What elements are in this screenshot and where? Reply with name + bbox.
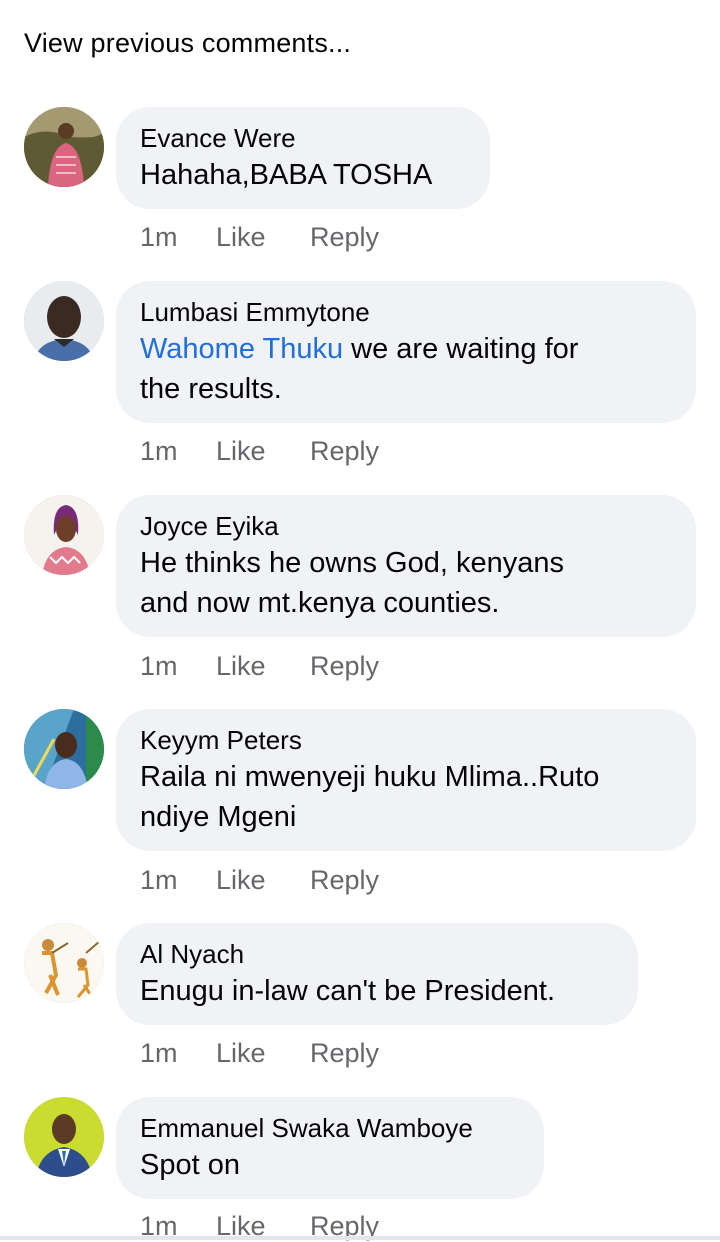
comment-text-part: He thinks he owns God, kenyans <box>140 547 564 579</box>
like-button[interactable]: Like <box>216 865 310 896</box>
comment-text-part: Raila ni mwenyeji huku Mlima..Ruto <box>140 761 600 793</box>
reply-button[interactable]: Reply <box>310 1038 379 1069</box>
avatar-image <box>24 495 104 575</box>
avatar[interactable] <box>24 709 104 789</box>
comment-text: Enugu in-law can't be President. <box>140 975 556 1007</box>
comment-bubble: Keyym Peters Raila ni mwenyeji huku Mlim… <box>116 709 696 851</box>
comment-time[interactable]: 1m <box>140 865 216 896</box>
comment-text-part: and now mt.kenya counties. <box>140 587 500 619</box>
comment-actions: 1m Like Reply <box>140 865 379 896</box>
comment-text-part: we are waiting for <box>343 333 579 365</box>
reply-button[interactable]: Reply <box>310 651 379 682</box>
avatar[interactable] <box>24 923 104 1003</box>
view-previous-comments-link[interactable]: View previous comments... <box>24 28 351 59</box>
reply-button[interactable]: Reply <box>310 222 379 253</box>
comment-bubble: Joyce Eyika He thinks he owns God, kenya… <box>116 495 696 637</box>
comment-author[interactable]: Joyce Eyika <box>140 509 672 543</box>
avatar-image <box>24 709 104 789</box>
comment-time[interactable]: 1m <box>140 651 216 682</box>
comment-author[interactable]: Keyym Peters <box>140 723 672 757</box>
comment-actions: 1m Like Reply <box>140 1038 379 1069</box>
reply-button[interactable]: Reply <box>310 436 379 467</box>
avatar[interactable] <box>24 495 104 575</box>
comment-author[interactable]: Al Nyach <box>140 937 614 971</box>
comment-author[interactable]: Emmanuel Swaka Wamboye <box>140 1111 520 1145</box>
like-button[interactable]: Like <box>216 1038 310 1069</box>
comment-actions: 1m Like Reply <box>140 651 379 682</box>
comment-text: Wahome Thuku we are waiting for the resul… <box>140 329 672 409</box>
comment-text-part: the results. <box>140 373 282 405</box>
comment-text: Raila ni mwenyeji huku Mlima..Ruto ndiye … <box>140 757 672 837</box>
comment-actions: 1m Like Reply <box>140 436 379 467</box>
comment-time[interactable]: 1m <box>140 222 216 253</box>
comment-bubble: Emmanuel Swaka Wamboye Spot on <box>116 1097 544 1199</box>
comment-bubble: Al Nyach Enugu in-law can't be President… <box>116 923 638 1025</box>
like-button[interactable]: Like <box>216 222 310 253</box>
avatar[interactable] <box>24 1097 104 1177</box>
avatar-image <box>24 1097 104 1177</box>
avatar[interactable] <box>24 107 104 187</box>
comment-actions: 1m Like Reply <box>140 222 379 253</box>
mention-link[interactable]: Wahome Thuku <box>140 333 343 365</box>
comment-text-part: ndiye Mgeni <box>140 801 297 833</box>
comment-text: Hahaha,BABA TOSHA <box>140 159 433 191</box>
comment-author[interactable]: Lumbasi Emmytone <box>140 295 672 329</box>
comment-bubble: Lumbasi Emmytone Wahome Thuku we are wai… <box>116 281 696 423</box>
avatar-image <box>24 107 104 187</box>
comment-bubble: Evance Were Hahaha,BABA TOSHA <box>116 107 490 209</box>
bottom-divider <box>0 1236 720 1240</box>
avatar[interactable] <box>24 281 104 361</box>
comment-text: He thinks he owns God, kenyans and now mt… <box>140 543 672 623</box>
avatar-image <box>24 923 104 1003</box>
comment-time[interactable]: 1m <box>140 1038 216 1069</box>
comment-text: Spot on <box>140 1149 240 1181</box>
comment-author[interactable]: Evance Were <box>140 121 466 155</box>
avatar-image <box>24 281 104 361</box>
comment-time[interactable]: 1m <box>140 436 216 467</box>
like-button[interactable]: Like <box>216 436 310 467</box>
reply-button[interactable]: Reply <box>310 865 379 896</box>
like-button[interactable]: Like <box>216 651 310 682</box>
